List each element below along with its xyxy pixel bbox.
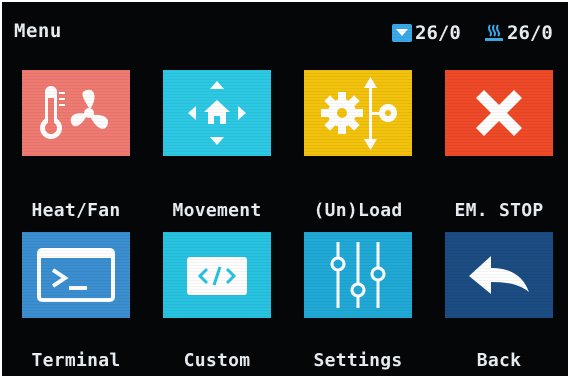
movement-button[interactable] [163,70,271,156]
printer-screen: Menu 26/0 26/0 Heat/Fan Movement (Un)Loa… [2,2,568,376]
settings-label: Settings [313,350,403,371]
nozzle-icon [391,23,413,43]
status-bar: Menu 26/0 26/0 [2,2,568,48]
unload-button[interactable] [304,70,412,156]
x-cross-icon [476,90,522,136]
code-icon [187,257,247,295]
scanline-overlay [2,2,568,376]
movement-label: Movement [172,200,262,221]
emergency-stop-button[interactable] [445,70,553,156]
back-button[interactable] [445,232,553,318]
bed-status: 26/0 [483,21,553,45]
menu-title: Menu [14,20,62,42]
terminal-icon [37,248,115,302]
terminal-button[interactable] [22,232,130,318]
custom-label: Custom [183,350,251,371]
move-arrows-icon [188,81,246,145]
emergency-stop-label: EM. STOP [454,200,544,221]
back-arrow-icon [469,256,529,294]
heat-fan-button[interactable] [22,70,130,156]
custom-button[interactable] [163,232,271,318]
nozzle-temp: 26/0 [415,22,461,44]
sliders-icon [330,242,386,308]
back-label: Back [476,350,522,371]
nozzle-status: 26/0 [391,21,461,45]
bed-temp: 26/0 [507,22,553,44]
terminal-label: Terminal [31,350,121,371]
gear-arrow-icon [321,77,397,150]
thermometer-fan-icon [40,86,109,139]
settings-button[interactable] [304,232,412,318]
unload-label: (Un)Load [313,200,403,221]
heat-fan-label: Heat/Fan [31,200,121,221]
bed-heat-icon [483,23,505,43]
